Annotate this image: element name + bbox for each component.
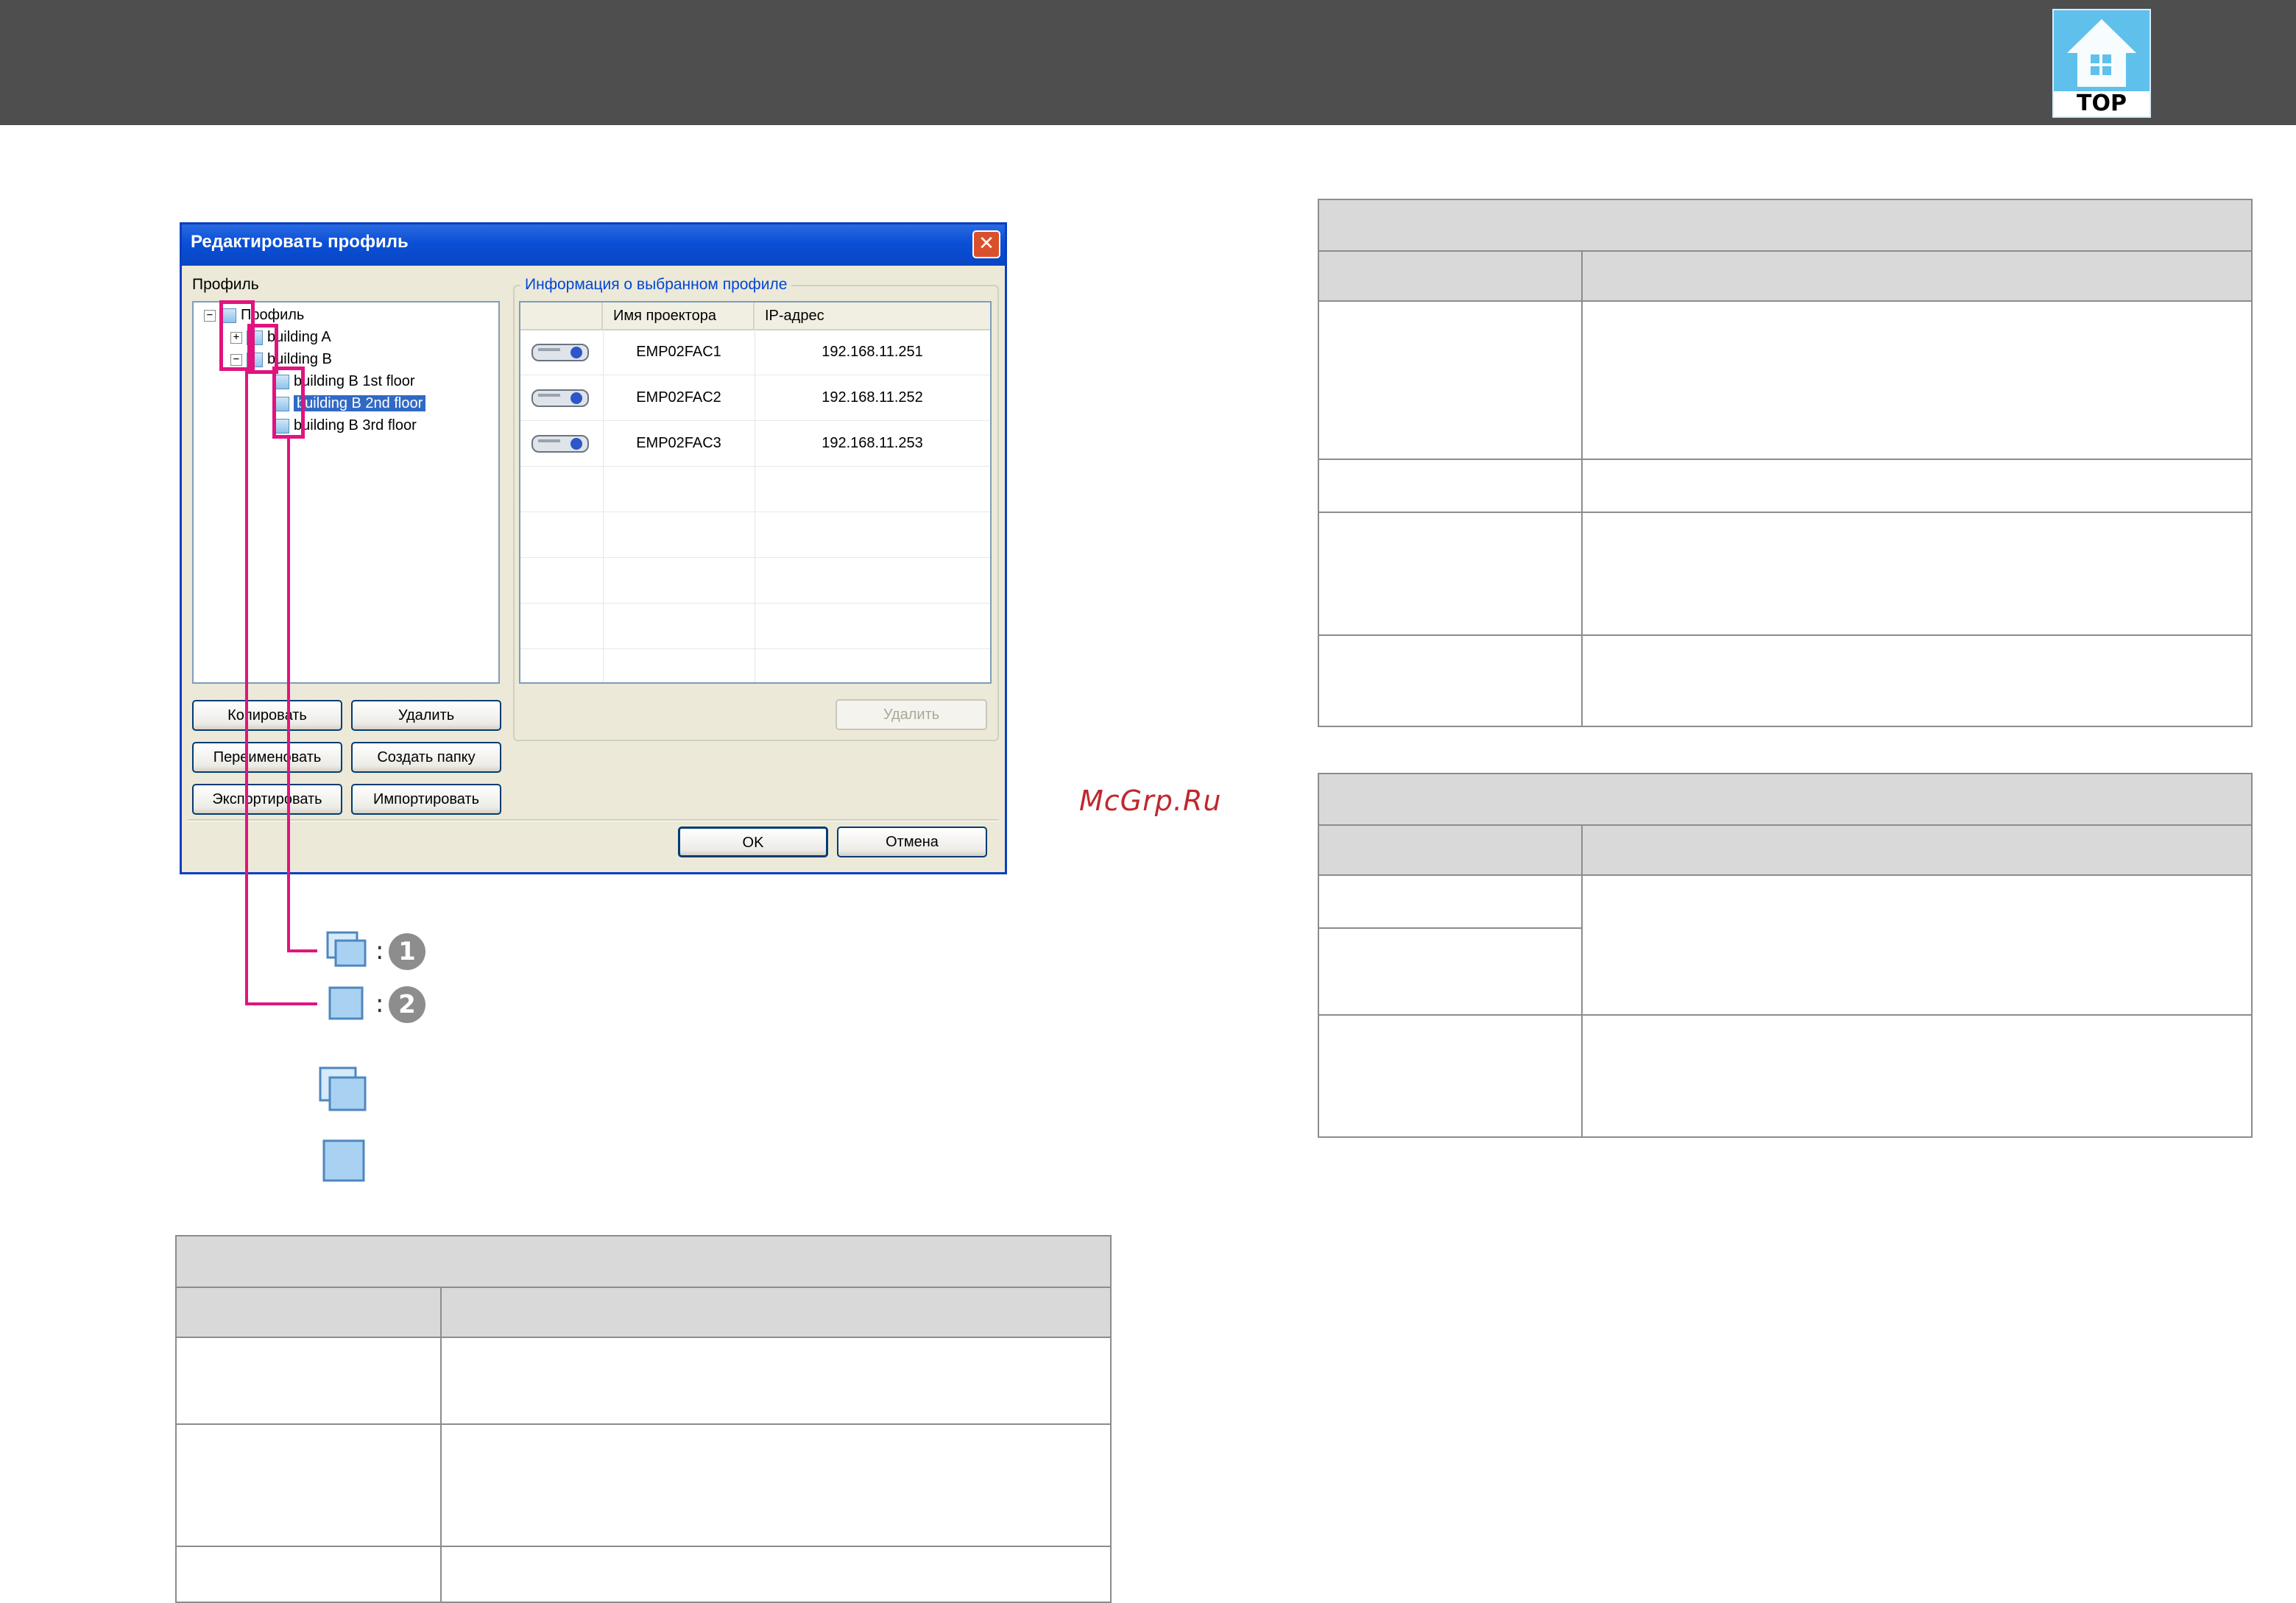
cancel-button[interactable]: Отмена: [837, 827, 987, 857]
folder-icon: [322, 1139, 365, 1182]
highlight-box-floors: [272, 367, 305, 439]
callout-number-2: 2: [389, 986, 425, 1023]
callout-line-2: [245, 368, 248, 1005]
table-cell: [1318, 300, 1583, 460]
table-cell: [1581, 1014, 2253, 1138]
table-header-cell: [175, 1287, 442, 1338]
table-cell: [1581, 300, 2253, 460]
cell-ip: 192.168.11.251: [822, 344, 923, 360]
table-cell: [440, 1337, 1112, 1425]
table-cell: [1581, 634, 2253, 728]
import-button[interactable]: Импортировать: [351, 784, 501, 815]
dialog-title: Редактировать профиль: [191, 232, 409, 252]
profile-label: Профиль: [192, 276, 259, 293]
export-button[interactable]: Экспортировать: [192, 784, 342, 815]
delete-button[interactable]: Удалить: [351, 700, 501, 731]
table-cell: [175, 1337, 442, 1425]
table-row: [520, 557, 990, 604]
ok-button[interactable]: OK: [678, 827, 828, 857]
table-cell: [1318, 634, 1583, 728]
copy-button[interactable]: Копировать: [192, 700, 342, 731]
table-cell: [1581, 458, 2253, 514]
table-title-row: [1318, 773, 2253, 826]
callout-line-1: [287, 437, 290, 952]
table-cell: [175, 1423, 442, 1547]
list-header: Имя проектора IP-адрес: [520, 302, 990, 330]
delete-projector-button[interactable]: Удалить: [836, 699, 987, 730]
edit-profile-dialog: Редактировать профиль ✕ Профиль − Профил…: [180, 222, 1007, 874]
close-icon[interactable]: ✕: [972, 230, 1000, 258]
table-cell: [175, 1546, 442, 1603]
header-icon-col: [520, 302, 603, 329]
table-cell: [1318, 458, 1583, 514]
table-row[interactable]: EMP02FAC3 192.168.11.253: [520, 420, 990, 467]
cell-ip: 192.168.11.252: [822, 389, 923, 406]
rename-button[interactable]: Переименовать: [192, 742, 342, 773]
header-ip[interactable]: IP-адрес: [755, 302, 990, 329]
cell-name: EMP02FAC1: [636, 344, 721, 360]
top-button[interactable]: TOP: [2052, 9, 2151, 118]
projector-list[interactable]: Имя проектора IP-адрес EMP02FAC1 192.168…: [519, 301, 992, 684]
table-title-row: [1318, 198, 2253, 252]
table-cell: [1318, 874, 1583, 929]
header-name[interactable]: Имя проектора: [603, 302, 755, 329]
cell-name: EMP02FAC2: [636, 389, 721, 406]
projector-icon: [531, 344, 589, 361]
table-cell: [440, 1546, 1112, 1603]
projector-icon: [531, 389, 589, 407]
table-cell: [1318, 1014, 1583, 1138]
dialog-titlebar: Редактировать профиль ✕: [182, 224, 1005, 266]
table-cell: [1581, 512, 2253, 636]
table-right-bottom: [1318, 773, 2253, 1138]
table-row[interactable]: EMP02FAC1 192.168.11.251: [520, 329, 990, 375]
cell-name: EMP02FAC3: [636, 435, 721, 451]
table-cell: [1581, 874, 2253, 1016]
collapse-toggle[interactable]: −: [204, 310, 216, 322]
callout-line-1: [287, 949, 317, 952]
house-icon: [2067, 19, 2136, 87]
info-group-title: Информация о выбранном профиле: [520, 276, 792, 294]
table-title-row: [175, 1235, 1112, 1288]
table-cell: [1318, 927, 1583, 1016]
table-row: [520, 512, 990, 558]
table-header-cell: [1318, 250, 1583, 302]
table-header-cell: [1581, 824, 2253, 876]
table-right-top: [1318, 198, 2253, 728]
table-row: [520, 603, 990, 649]
callout-line-2: [245, 1002, 317, 1005]
folder-stack-icon: [326, 931, 367, 967]
callout-colon: :: [375, 989, 384, 1019]
header-bar: [0, 0, 2296, 125]
projector-icon: [531, 435, 589, 453]
dialog-separator: [188, 819, 999, 821]
table-header-cell: [440, 1287, 1112, 1338]
cell-ip: 192.168.11.253: [822, 435, 923, 451]
table-left: [175, 1235, 1112, 1603]
create-folder-button[interactable]: Создать папку: [351, 742, 501, 773]
table-row[interactable]: EMP02FAC2 192.168.11.252: [520, 375, 990, 421]
callout-number-1: 1: [389, 933, 425, 970]
table-cell: [440, 1423, 1112, 1547]
watermark: McGrp.Ru: [1079, 785, 1222, 817]
folder-stack-icon: [319, 1066, 367, 1111]
table-header-cell: [1581, 250, 2253, 302]
table-header-cell: [1318, 824, 1583, 876]
table-row: [520, 466, 990, 512]
table-cell: [1318, 512, 1583, 636]
callout-colon: :: [375, 936, 384, 966]
top-label: TOP: [2054, 91, 2150, 116]
folder-icon: [328, 986, 364, 1020]
